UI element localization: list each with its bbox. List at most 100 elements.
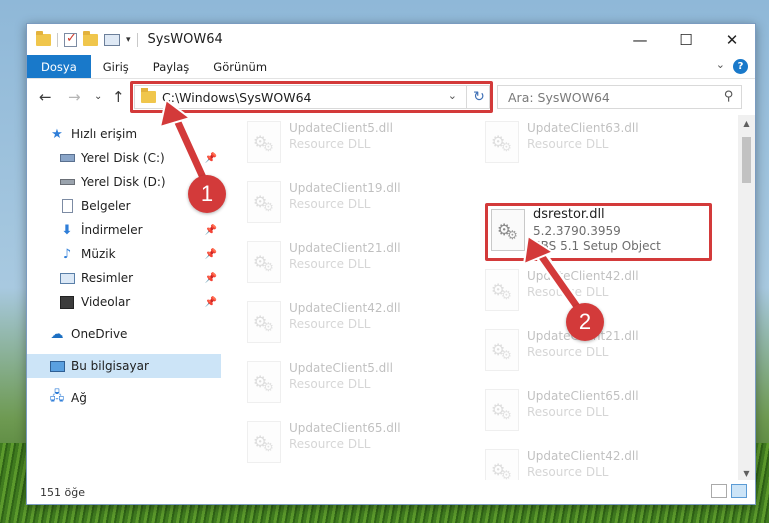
pin-icon[interactable]: 📌 <box>205 225 217 236</box>
file-tile[interactable]: UpdateClient42.dll Resource DLL <box>483 445 713 482</box>
file-desc: Resource DLL <box>289 137 371 151</box>
file-tile[interactable]: UpdateClient65.dll Resource DLL <box>245 417 475 473</box>
file-tile[interactable]: UpdateClient65.dll Resource DLL <box>483 385 713 441</box>
file-desc: Resource DLL <box>527 465 609 479</box>
explorer-window: ▾ SysWOW64 — ☐ ✕ Dosya Giriş Paylaş Görü… <box>26 23 756 505</box>
tab-view[interactable]: Görünüm <box>201 55 279 78</box>
pin-icon[interactable]: 📌 <box>205 273 217 284</box>
computer-icon <box>49 358 65 374</box>
nav-onedrive[interactable]: ☁ OneDrive <box>27 322 221 346</box>
navigation-pane: ★ Hızlı erişim Yerel Disk (C:) 📌 Yerel D… <box>27 115 221 482</box>
search-icon[interactable]: ⚲ <box>724 89 734 104</box>
nav-label: Bu bilgisayar <box>71 359 149 373</box>
up-arrow-icon[interactable]: ↑ <box>112 88 125 106</box>
address-row: ← → ⌄ ↑ C:\Windows\SysWOW64 ⌄ ↻ Ara: Sys… <box>27 79 755 115</box>
expand-ribbon-icon[interactable]: ⌄ <box>716 58 725 71</box>
item-count: 151 öğe <box>40 485 85 499</box>
dll-file-icon <box>485 329 519 371</box>
tab-file[interactable]: Dosya <box>27 55 91 78</box>
drive-icon <box>59 150 75 166</box>
customize-toolbar-icon[interactable]: ▾ <box>126 35 131 45</box>
address-highlight-box <box>130 81 493 113</box>
file-desc: Resource DLL <box>289 437 371 451</box>
close-button[interactable]: ✕ <box>709 24 755 55</box>
tab-home[interactable]: Giriş <box>91 55 141 78</box>
folder-icon <box>36 30 51 46</box>
drive-icon <box>59 174 75 190</box>
nav-item-disk-c[interactable]: Yerel Disk (C:) 📌 <box>27 146 221 170</box>
file-tile[interactable]: UpdateClient63.dll Resource DLL <box>483 117 713 173</box>
nav-label: Belgeler <box>81 199 131 213</box>
new-folder-icon[interactable] <box>83 30 98 46</box>
file-tile[interactable]: UpdateClient5.dll Resource DLL <box>245 357 475 413</box>
scroll-up-icon[interactable]: ▲ <box>738 115 755 132</box>
file-desc: Resource DLL <box>289 377 371 391</box>
recent-locations-icon[interactable]: ⌄ <box>94 91 102 102</box>
title-bar: ▾ SysWOW64 — ☐ ✕ <box>27 24 755 55</box>
nav-quick-access[interactable]: ★ Hızlı erişim <box>27 122 221 146</box>
dll-file-icon <box>485 121 519 163</box>
nav-this-pc[interactable]: Bu bilgisayar <box>27 354 221 378</box>
file-desc: Resource DLL <box>289 317 371 331</box>
nav-label: Müzik <box>81 247 116 261</box>
file-desc: Resource DLL <box>289 257 371 271</box>
nav-item-videos[interactable]: Videolar 📌 <box>27 290 221 314</box>
pin-icon[interactable]: 📌 <box>205 249 217 260</box>
properties-icon[interactable] <box>104 33 120 46</box>
search-input[interactable]: Ara: SysWOW64 ⚲ <box>497 85 742 109</box>
window-controls: — ☐ ✕ <box>617 24 755 55</box>
callout-1: 1 <box>188 175 226 213</box>
network-icon: 🖧 <box>49 389 65 404</box>
vertical-scrollbar[interactable]: ▲ ▼ <box>738 115 755 482</box>
scroll-thumb[interactable] <box>742 137 751 183</box>
details-view-icon[interactable] <box>711 484 727 498</box>
nav-label: Resimler <box>81 271 134 285</box>
maximize-button[interactable]: ☐ <box>663 24 709 55</box>
file-list: UpdateClient5.dll Resource DLL UpdateClie… <box>221 115 738 482</box>
dll-file-icon <box>485 269 519 311</box>
pin-icon[interactable]: 📌 <box>205 297 217 308</box>
star-icon: ★ <box>51 126 63 142</box>
file-name: UpdateClient5.dll <box>289 121 393 135</box>
tab-share[interactable]: Paylaş <box>141 55 202 78</box>
forward-arrow-icon[interactable]: → <box>68 88 81 106</box>
view-toggle <box>711 484 747 498</box>
minimize-button[interactable]: — <box>617 24 663 55</box>
file-tile[interactable]: UpdateClient21.dll Resource DLL <box>245 237 475 293</box>
nav-item-pictures[interactable]: Resimler 📌 <box>27 266 221 290</box>
video-icon <box>59 294 75 310</box>
file-tile[interactable]: UpdateClient42.dll Resource DLL <box>245 297 475 353</box>
nav-item-downloads[interactable]: ⬇ İndirmeler 📌 <box>27 218 221 242</box>
file-name: UpdateClient42.dll <box>289 301 401 315</box>
file-name: UpdateClient19.dll <box>289 181 401 195</box>
dll-file-icon <box>247 301 281 343</box>
file-tile[interactable]: UpdateClient19.dll Resource DLL <box>245 177 475 233</box>
dll-file-icon <box>247 181 281 223</box>
status-bar: 151 öğe <box>27 480 755 504</box>
ribbon-tabs: Dosya Giriş Paylaş Görünüm ⌄ ? <box>27 55 755 79</box>
dll-file-icon <box>247 421 281 463</box>
help-icon[interactable]: ? <box>733 59 748 74</box>
file-name: UpdateClient65.dll <box>527 389 639 403</box>
nav-label: OneDrive <box>71 327 128 341</box>
back-arrow-icon[interactable]: ← <box>39 88 52 106</box>
download-icon: ⬇ <box>61 222 73 238</box>
nav-label: Ağ <box>71 391 87 405</box>
file-desc: Resource DLL <box>527 137 609 151</box>
window-title: SysWOW64 <box>147 32 223 47</box>
nav-item-music[interactable]: ♪ Müzik 📌 <box>27 242 221 266</box>
file-highlight-box <box>485 203 712 261</box>
properties-check-icon[interactable] <box>64 31 77 47</box>
title-divider <box>136 32 138 47</box>
pin-icon[interactable]: 📌 <box>205 153 217 164</box>
file-desc: Resource DLL <box>527 285 609 299</box>
search-placeholder: Ara: SysWOW64 <box>508 89 610 105</box>
nav-network[interactable]: 🖧 Ağ <box>27 386 221 410</box>
nav-label: Hızlı erişim <box>71 127 138 141</box>
file-tile[interactable]: UpdateClient5.dll Resource DLL <box>245 117 475 173</box>
nav-label: Yerel Disk (C:) <box>81 151 165 165</box>
tiles-view-icon[interactable] <box>731 484 747 498</box>
file-name: UpdateClient42.dll <box>527 449 639 463</box>
dll-file-icon <box>485 449 519 482</box>
file-name: UpdateClient21.dll <box>289 241 401 255</box>
